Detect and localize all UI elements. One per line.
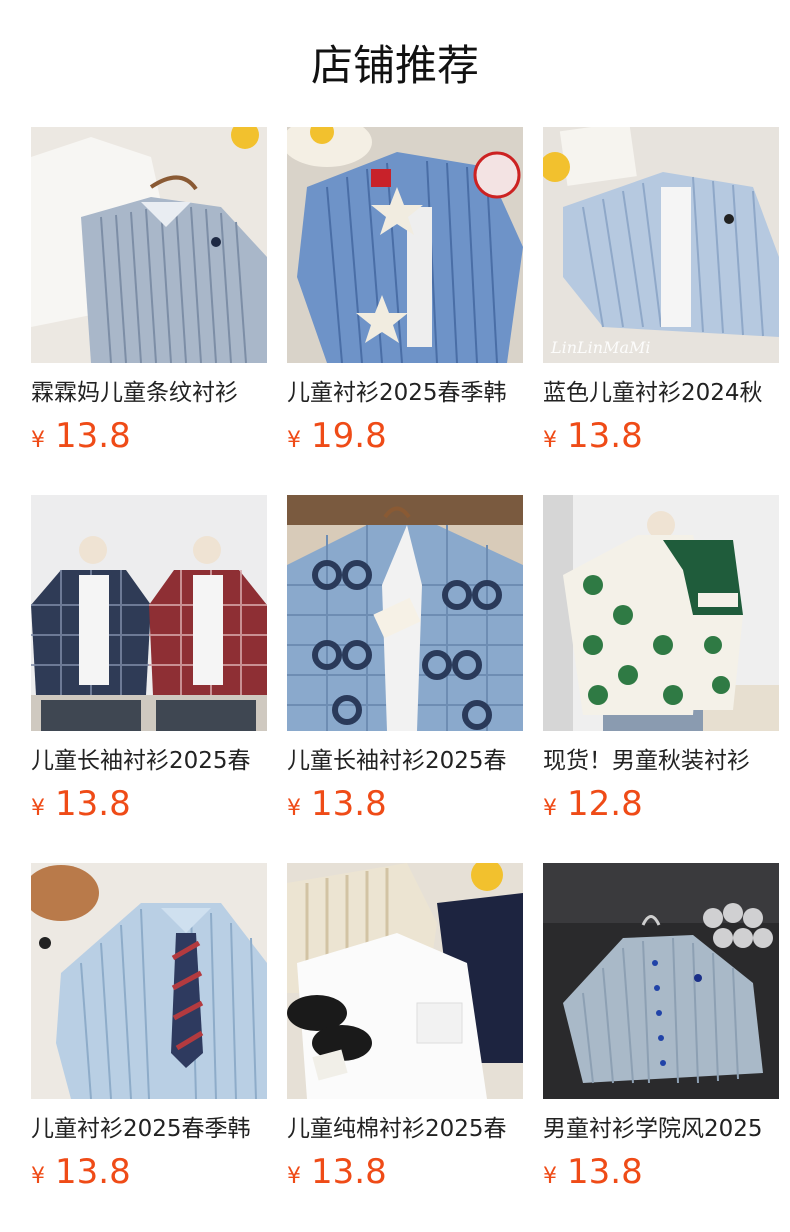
product-price: ¥13.8 — [31, 1152, 267, 1192]
product-grid: 霖霖妈儿童条纹衬衫 ¥13.8 儿童衬衫2025春季韩 ¥ 19.8 LinLi… — [31, 127, 779, 1231]
product-card[interactable]: 儿童长袖衬衫2025春 ¥13.8 — [287, 495, 523, 863]
price-value: 13.8 — [55, 1152, 131, 1192]
price-value: 13.8 — [311, 784, 387, 824]
product-image[interactable] — [31, 863, 267, 1099]
product-image[interactable] — [287, 863, 523, 1099]
product-name[interactable]: 儿童衬衫2025春季韩 — [31, 1114, 267, 1144]
price-value: 13.8 — [567, 1152, 643, 1192]
product-name[interactable]: 儿童长袖衬衫2025春 — [287, 746, 523, 776]
product-image[interactable] — [31, 495, 267, 731]
product-price: ¥13.8 — [287, 1152, 523, 1192]
currency-symbol: ¥ — [31, 428, 45, 453]
currency-symbol: ¥ — [543, 796, 557, 821]
product-image[interactable] — [543, 495, 779, 731]
product-card[interactable]: 儿童衬衫2025春季韩 ¥13.8 — [31, 863, 267, 1231]
product-name[interactable]: 男童衬衫学院风2025 — [543, 1114, 779, 1144]
product-price: ¥13.8 — [287, 784, 523, 824]
product-image[interactable]: LinLinMaMi — [543, 127, 779, 363]
product-image[interactable] — [31, 127, 267, 363]
currency-symbol: ¥ — [287, 796, 301, 821]
page-title: 店铺推荐 — [310, 41, 479, 90]
product-name[interactable]: 儿童纯棉衬衫2025春 — [287, 1114, 523, 1144]
image-watermark: LinLinMaMi — [551, 338, 651, 357]
price-value: 13.8 — [567, 416, 643, 456]
product-name[interactable]: 现货！男童秋装衬衫 — [543, 746, 779, 776]
store-recommendations-page: 店铺推荐 霖霖妈儿童条纹衬衫 ¥ 13.8 儿童衬衫2025春季韩 ¥ 19.8… — [0, 0, 790, 1232]
product-price: ¥13.8 — [543, 1152, 779, 1192]
product-price: ¥19.8 — [287, 416, 523, 456]
currency-symbol: ¥ — [543, 428, 557, 453]
product-name[interactable]: 儿童长袖衬衫2025春 — [31, 746, 267, 776]
product-card[interactable]: 儿童纯棉衬衫2025春 ¥13.8 — [287, 863, 523, 1231]
product-price: ¥13.8 — [31, 784, 267, 824]
product-price: ¥13.8 — [31, 416, 267, 456]
product-price: ¥12.8 — [543, 784, 779, 824]
product-image[interactable] — [287, 495, 523, 731]
product-card[interactable]: LinLinMaMi 蓝色儿童衬衫2024秋 ¥13.8 — [543, 127, 779, 495]
product-price: ¥13.8 — [543, 416, 779, 456]
product-card[interactable]: 儿童衬衫2025春季韩 ¥19.8 — [287, 127, 523, 495]
product-card[interactable]: 现货！男童秋装衬衫 ¥12.8 — [543, 495, 779, 863]
product-name[interactable]: 儿童衬衫2025春季韩 — [287, 378, 523, 408]
price-value: 13.8 — [55, 416, 131, 456]
currency-symbol: ¥ — [31, 796, 45, 821]
price-value: 13.8 — [55, 784, 131, 824]
price-value: 12.8 — [567, 784, 643, 824]
price-value: 19.8 — [311, 416, 387, 456]
currency-symbol: ¥ — [543, 1164, 557, 1189]
currency-symbol: ¥ — [287, 428, 301, 453]
product-card[interactable]: 霖霖妈儿童条纹衬衫 ¥13.8 — [31, 127, 267, 495]
product-image[interactable] — [543, 863, 779, 1099]
currency-symbol: ¥ — [287, 1164, 301, 1189]
product-name[interactable]: 霖霖妈儿童条纹衬衫 — [31, 378, 267, 408]
product-image[interactable] — [287, 127, 523, 363]
product-card[interactable]: 男童衬衫学院风2025 ¥13.8 — [543, 863, 779, 1231]
currency-symbol: ¥ — [31, 1164, 45, 1189]
price-value: 13.8 — [311, 1152, 387, 1192]
product-name[interactable]: 蓝色儿童衬衫2024秋 — [543, 378, 779, 408]
product-card[interactable]: 儿童长袖衬衫2025春 ¥13.8 — [31, 495, 267, 863]
